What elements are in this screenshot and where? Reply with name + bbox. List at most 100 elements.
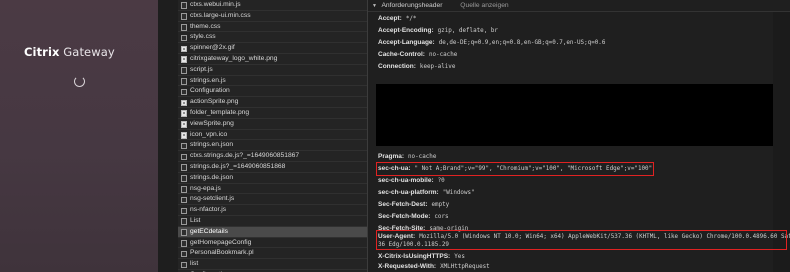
request-list-item[interactable]: viewSprite.png	[178, 119, 367, 130]
header-name: Accept-Language:	[378, 39, 435, 46]
header-name: Sec-Fetch-Dest:	[378, 201, 428, 208]
document-icon	[181, 175, 187, 182]
request-list-item[interactable]: list	[178, 259, 367, 270]
header-value: Yes	[454, 254, 465, 260]
request-header-row: X-Citrix-IsUsingHTTPS: Yes	[378, 252, 465, 262]
request-list-item[interactable]: theme.css	[178, 22, 367, 33]
header-value: keep-alive	[419, 64, 456, 70]
request-list-item[interactable]: getECdetails	[178, 226, 367, 238]
request-name: folder_template.png	[190, 108, 250, 116]
request-name: strings.en.js	[190, 76, 226, 84]
header-name: Sec-Fetch-Mode:	[378, 213, 431, 220]
request-name: strings.de.json	[190, 173, 234, 181]
request-list-item[interactable]: strings.de.js?_=1649060851868	[178, 162, 367, 173]
css-file-icon	[181, 13, 187, 20]
image-file-icon	[181, 121, 187, 128]
collapse-triangle-icon[interactable]: ▼	[372, 0, 377, 12]
request-list-item[interactable]: nsg-setclient.js	[178, 194, 367, 206]
request-list-item[interactable]: List	[178, 216, 367, 227]
header-value: empty	[431, 202, 450, 208]
user-agent-highlight-box	[376, 230, 787, 250]
header-name: X-Citrix-IsUsingHTTPS:	[378, 253, 451, 260]
request-name: list	[190, 260, 199, 268]
request-list-item[interactable]: nsg-epa.js	[178, 184, 367, 195]
document-icon	[181, 261, 187, 269]
request-name: citrixgateway_logo_white.png	[190, 54, 278, 62]
header-value: de,de-DE;q=0.9,en;q=0.8,en-GB;q=0.7,en-U…	[438, 40, 606, 46]
request-header-row: Pragma: no-cache	[378, 152, 436, 162]
request-list-item[interactable]: actionSprite.png	[178, 97, 367, 108]
image-file-icon	[181, 110, 187, 117]
document-icon	[181, 250, 187, 258]
script-file-icon	[181, 67, 187, 74]
header-name: Accept:	[378, 15, 402, 22]
request-name: ctxs.webui.min.js	[190, 1, 241, 8]
header-value: gzip, deflate, br	[437, 28, 498, 34]
header-value: no-cache	[428, 52, 458, 58]
header-name: sec-ch-ua-mobile:	[378, 177, 434, 184]
header-value: cors	[434, 214, 449, 220]
request-list-item[interactable]: folder_template.png	[178, 108, 367, 119]
document-icon	[181, 239, 187, 247]
script-file-icon	[181, 153, 187, 161]
redacted-area	[376, 84, 790, 146]
request-name: script.js	[190, 65, 213, 73]
request-name: viewSprite.png	[190, 119, 234, 127]
logo-product: Gateway	[63, 45, 115, 59]
request-name: nsg-epa.js	[190, 184, 221, 192]
request-name: actionSprite.png	[190, 98, 239, 106]
request-name: ctxs.strings.de.js?_=1649060851867	[190, 152, 300, 160]
header-name: Accept-Encoding:	[378, 27, 434, 34]
network-request-list[interactable]: ctxs.webui.min.js ctxs.large-ui.min.css th…	[178, 0, 368, 272]
request-list-item[interactable]: getHomepageConfig	[178, 238, 367, 249]
request-list-item[interactable]: ctxs.large-ui.min.css	[178, 11, 367, 22]
request-header-row: Cache-Control: no-cache	[378, 50, 457, 60]
script-file-icon	[181, 207, 187, 215]
request-list-item[interactable]: citrixgateway_logo_white.png	[178, 54, 367, 65]
image-file-icon	[181, 45, 187, 53]
request-header-row: sec-ch-ua-mobile: ?0	[378, 176, 445, 186]
image-file-icon	[181, 56, 187, 63]
request-list-item[interactable]: style.css	[178, 32, 367, 44]
request-list-item[interactable]: strings.de.json	[178, 173, 367, 184]
request-name: getHomepageConfig	[190, 238, 252, 246]
header-name: sec-ch-ua-platform:	[378, 189, 439, 196]
request-name: theme.css	[190, 22, 221, 30]
request-header-row: sec-ch-ua: " Not A;Brand";v="99", "Chromi…	[375, 162, 655, 176]
request-list-item[interactable]: ctxs.strings.de.js?_=1649060851867	[178, 151, 367, 162]
request-name: Configuration	[190, 87, 230, 95]
header-name: X-Requested-With:	[378, 263, 437, 270]
request-name: spinner@2x.gif	[190, 44, 235, 52]
request-list-item[interactable]: strings.en.js	[178, 76, 367, 87]
request-list-item[interactable]: icon_vpn.ico	[178, 130, 367, 141]
header-value: " Not A;Brand";v="99", "Chromium";v="100…	[414, 166, 653, 172]
section-title[interactable]: Anforderungsheader	[381, 2, 442, 9]
header-value: no-cache	[408, 154, 437, 160]
image-file-icon	[181, 99, 187, 107]
image-file-icon	[181, 131, 187, 139]
request-list-item[interactable]: PersonalBookmark.pl	[178, 248, 367, 260]
request-list-item[interactable]: script.js	[178, 65, 367, 76]
request-name: strings.en.json	[190, 141, 234, 149]
header-name: sec-ch-ua:	[378, 165, 411, 172]
request-list-item[interactable]: ctxs.webui.min.js	[178, 0, 367, 11]
header-value: ?0	[437, 178, 445, 184]
view-source-link[interactable]: Quelle anzeigen	[460, 2, 508, 9]
request-name: strings.de.js?_=1649060851868	[190, 162, 286, 170]
header-value: XMLHttpRequest	[440, 264, 490, 270]
logo-brand: Citrix	[24, 45, 60, 59]
request-header-row: Sec-Fetch-Mode: cors	[378, 212, 449, 222]
script-file-icon	[181, 2, 187, 9]
request-list-item[interactable]: spinner@2x.gif	[178, 43, 367, 54]
request-name: ns-nfactor.js	[190, 206, 227, 214]
document-icon	[181, 218, 187, 225]
css-file-icon	[181, 23, 187, 31]
request-list-item[interactable]: ns-nfactor.js	[178, 205, 367, 216]
request-list-item[interactable]: Configuration	[178, 86, 367, 98]
script-file-icon	[181, 185, 187, 193]
request-name: PersonalBookmark.pl	[190, 249, 254, 257]
request-list-item[interactable]: strings.en.json	[178, 140, 367, 152]
css-file-icon	[181, 34, 187, 42]
request-header-row: Accept-Encoding: gzip, deflate, br	[378, 26, 498, 36]
script-file-icon	[181, 164, 187, 171]
